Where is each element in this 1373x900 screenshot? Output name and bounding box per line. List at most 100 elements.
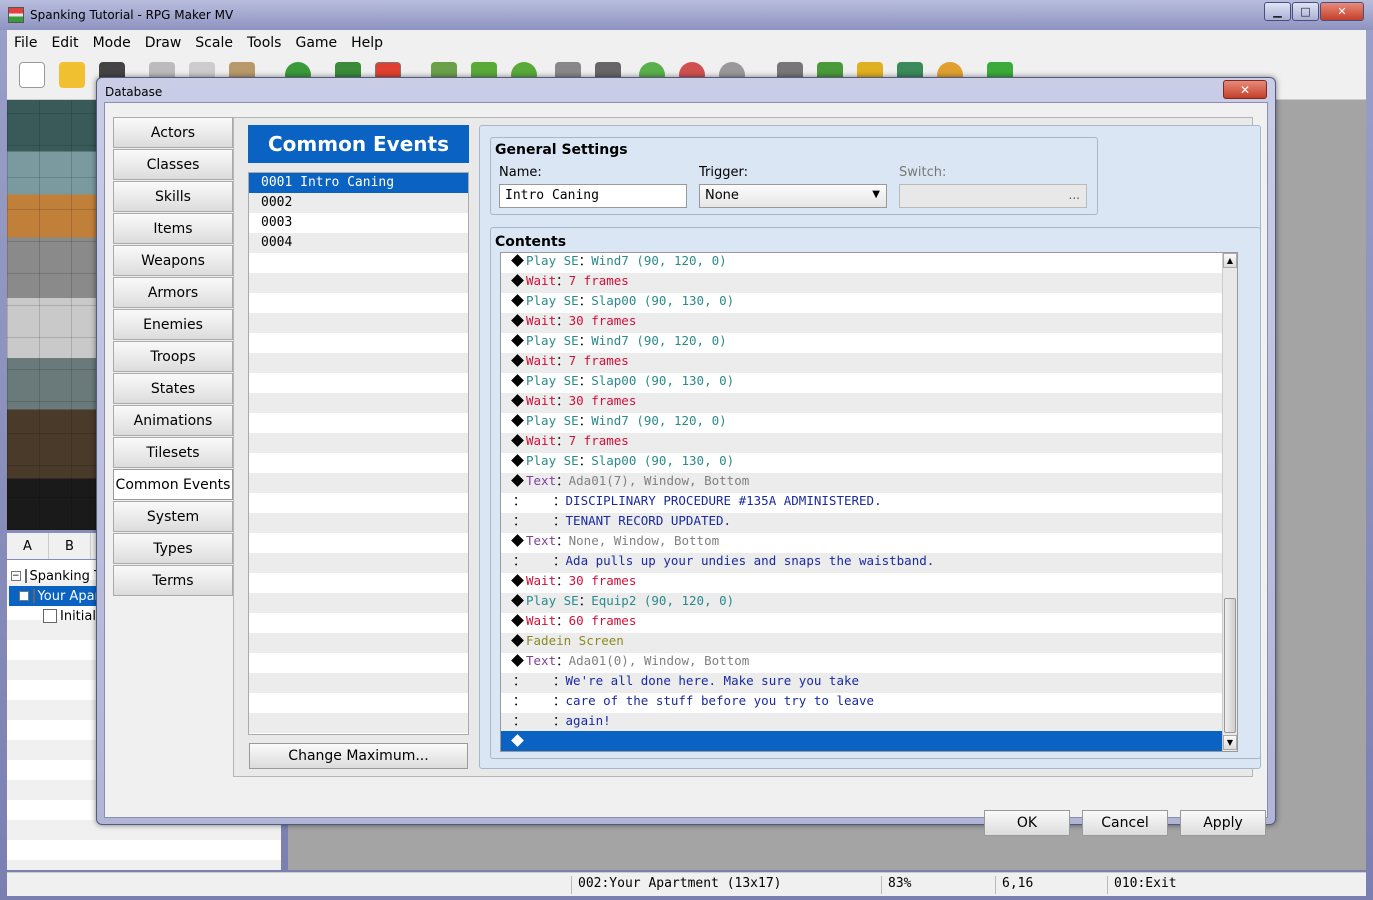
event-command-row[interactable]: Play SE：Equip2 (90, 120, 0) <box>501 591 1223 611</box>
menu-edit[interactable]: Edit <box>44 35 85 51</box>
event-command-row[interactable]: Play SE：Slap00 (90, 130, 0) <box>501 371 1223 391</box>
category-skills[interactable]: Skills <box>113 181 233 212</box>
command-separator: ： <box>578 253 592 268</box>
event-command-row[interactable]: Wait：60 frames <box>501 611 1223 631</box>
menu-file[interactable]: File <box>7 35 44 51</box>
general-settings-title: General Settings <box>495 142 628 158</box>
collapse-icon[interactable]: − <box>19 591 29 601</box>
category-classes[interactable]: Classes <box>113 149 233 180</box>
change-maximum-button[interactable]: Change Maximum... <box>249 743 468 769</box>
open-project-icon[interactable] <box>59 62 85 88</box>
map-tree-root-label: Spanking Tutorial <box>29 568 101 584</box>
category-types[interactable]: Types <box>113 533 233 564</box>
category-actors[interactable]: Actors <box>113 117 233 148</box>
event-command-row[interactable]: Wait：7 frames <box>501 351 1223 371</box>
database-title: Database <box>105 85 163 99</box>
event-command-row[interactable]: ：：DISCIPLINARY PROCEDURE #135A ADMINISTE… <box>501 491 1223 511</box>
event-command-row[interactable]: Play SE：Slap00 (90, 130, 0) <box>501 451 1223 471</box>
menu-mode[interactable]: Mode <box>86 35 138 51</box>
map-tree-root[interactable]: − Spanking Tutorial <box>11 566 101 586</box>
event-command-row[interactable]: ：：again! <box>501 711 1223 731</box>
close-button[interactable]: ✕ <box>1320 2 1364 21</box>
category-items[interactable]: Items <box>113 213 233 244</box>
event-command-row[interactable]: Wait：30 frames <box>501 311 1223 331</box>
common-event-item[interactable]: 0001 Intro Caning <box>249 173 468 193</box>
category-troops[interactable]: Troops <box>113 341 233 372</box>
name-input[interactable]: Intro Caning <box>499 184 687 208</box>
event-command-row[interactable]: Wait：7 frames <box>501 271 1223 291</box>
command-separator: ： <box>556 273 569 288</box>
event-command-row[interactable]: Text：Ada01(7), Window, Bottom <box>501 471 1223 491</box>
event-command-row[interactable]: Play SE：Slap00 (90, 130, 0) <box>501 291 1223 311</box>
command-args: 30 frames <box>568 393 637 408</box>
map-tree-item-initial[interactable]: Initial <box>43 606 101 626</box>
command-args: 60 frames <box>568 613 637 628</box>
category-enemies[interactable]: Enemies <box>113 309 233 340</box>
command-args: Wind7 (90, 120, 0) <box>591 333 727 348</box>
event-command-row[interactable]: ：：TENANT RECORD UPDATED. <box>501 511 1223 531</box>
command-separator: ： <box>556 533 569 548</box>
database-close-button[interactable]: ✕ <box>1223 80 1267 99</box>
event-list-scrollbar[interactable]: ▲ ▼ <box>1222 253 1237 751</box>
scroll-up-button[interactable]: ▲ <box>1223 253 1237 268</box>
contents-title: Contents <box>495 234 567 250</box>
event-command-row[interactable]: Play SE：Wind7 (90, 120, 0) <box>501 411 1223 431</box>
apply-button[interactable]: Apply <box>1180 810 1266 836</box>
scroll-thumb[interactable] <box>1224 598 1236 733</box>
continuation-marker: ： <box>513 513 526 528</box>
category-common-events[interactable]: Common Events <box>113 469 233 500</box>
category-animations[interactable]: Animations <box>113 405 233 436</box>
event-command-row[interactable]: Fadein Screen <box>501 631 1223 651</box>
diamond-icon <box>511 354 524 367</box>
event-command-list[interactable]: Play SE：Wind7 (90, 120, 0) Wait：7 frames P… <box>500 252 1238 752</box>
trigger-select[interactable]: None ▼ <box>699 184 887 208</box>
event-command-row[interactable]: ：：Ada pulls up your undies and snaps the… <box>501 551 1223 571</box>
command-args: 7 frames <box>568 433 629 448</box>
category-system[interactable]: System <box>113 501 233 532</box>
menu-scale[interactable]: Scale <box>188 35 240 51</box>
trigger-label: Trigger: <box>699 165 748 180</box>
maximize-button[interactable]: □ <box>1292 2 1319 21</box>
event-command-row[interactable]: Play SE：Wind7 (90, 120, 0) <box>501 253 1223 271</box>
tileset-tab-b[interactable]: B <box>49 533 91 559</box>
new-project-icon[interactable] <box>19 62 45 88</box>
event-command-row[interactable]: Text：None, Window, Bottom <box>501 531 1223 551</box>
category-terms[interactable]: Terms <box>113 565 233 596</box>
tileset-tab-a[interactable]: A <box>7 533 49 559</box>
command-separator: ： <box>553 693 566 708</box>
tileset-palette[interactable] <box>7 100 99 530</box>
menu-help[interactable]: Help <box>344 35 390 51</box>
event-command-row[interactable]: Wait：7 frames <box>501 431 1223 451</box>
command-name: Wait <box>526 353 557 368</box>
cancel-button[interactable]: Cancel <box>1082 810 1168 836</box>
event-command-row[interactable]: Wait：30 frames <box>501 391 1223 411</box>
command-args: Wind7 (90, 120, 0) <box>591 413 727 428</box>
common-event-item[interactable]: 0002 <box>249 193 468 213</box>
common-event-item[interactable]: 0003 <box>249 213 468 233</box>
category-list: Actors Classes Skills Items Weapons Armo… <box>113 117 233 597</box>
event-command-row[interactable]: Wait：30 frames <box>501 571 1223 591</box>
map-tree-item-your-apartment[interactable]: − Your Apartment <box>9 586 101 606</box>
menu-tools[interactable]: Tools <box>240 35 289 51</box>
category-tilesets[interactable]: Tilesets <box>113 437 233 468</box>
event-command-row[interactable]: Text：Ada01(0), Window, Bottom <box>501 651 1223 671</box>
event-command-row[interactable]: ：：care of the stuff before you try to le… <box>501 691 1223 711</box>
menu-game[interactable]: Game <box>288 35 344 51</box>
status-event: 010:Exit <box>1107 876 1177 894</box>
scroll-down-button[interactable]: ▼ <box>1223 735 1237 750</box>
category-states[interactable]: States <box>113 373 233 404</box>
menu-draw[interactable]: Draw <box>138 35 189 51</box>
category-weapons[interactable]: Weapons <box>113 245 233 276</box>
diamond-icon <box>511 574 524 587</box>
event-command-row[interactable]: Play SE：Wind7 (90, 120, 0) <box>501 331 1223 351</box>
database-dialog: Database ✕ Actors Classes Skills Items W… <box>96 77 1276 836</box>
category-armors[interactable]: Armors <box>113 277 233 308</box>
event-command-row[interactable] <box>501 731 1223 751</box>
trigger-value: None <box>705 188 739 203</box>
collapse-icon[interactable]: − <box>11 571 21 581</box>
command-separator: ： <box>556 573 569 588</box>
event-command-row[interactable]: ：：We're all done here. Make sure you tak… <box>501 671 1223 691</box>
ok-button[interactable]: OK <box>984 810 1070 836</box>
common-event-item[interactable]: 0004 <box>249 233 468 253</box>
minimize-button[interactable]: ▁ <box>1264 2 1291 21</box>
